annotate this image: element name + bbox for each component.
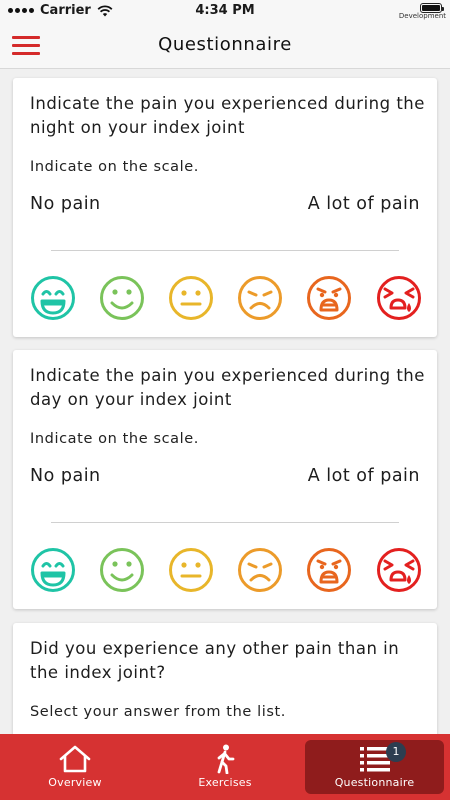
tab-overview[interactable]: Overview (0, 734, 150, 800)
question-instruction: Indicate on the scale. (30, 431, 200, 447)
happy-face-icon[interactable] (99, 275, 145, 321)
sad-face-icon[interactable] (237, 547, 283, 593)
pain-scale (30, 547, 422, 593)
tab-label: Exercises (198, 776, 252, 789)
question-instruction: Select your answer from the list. (30, 704, 286, 720)
walking-icon (214, 744, 236, 774)
happy-face-icon[interactable] (99, 547, 145, 593)
neutral-face-icon[interactable] (168, 275, 214, 321)
question-title: Indicate the pain you experienced during… (30, 94, 425, 137)
scale-min-label: No pain (30, 466, 101, 486)
question-title: Did you experience any other pain than i… (30, 639, 400, 682)
notification-badge: 1 (386, 742, 406, 762)
crying-face-icon[interactable] (376, 275, 422, 321)
tab-label: Overview (48, 776, 102, 789)
tab-label: Questionnaire (334, 776, 415, 789)
question-card-3: Did you experience any other pain than i… (13, 623, 437, 734)
crying-face-icon[interactable] (376, 547, 422, 593)
sad-face-icon[interactable] (237, 275, 283, 321)
tab-exercises[interactable]: Exercises (150, 734, 300, 800)
distressed-face-icon[interactable] (306, 275, 352, 321)
home-icon (59, 744, 91, 774)
device-label: Development (398, 12, 446, 20)
neutral-face-icon[interactable] (168, 547, 214, 593)
navigation-bar: Questionnaire (0, 22, 450, 69)
tab-bar: Overview Exercises Questionnaire (0, 734, 450, 800)
scale-max-label: A lot of pain (307, 194, 420, 214)
question-title: Indicate the pain you experienced during… (30, 366, 425, 409)
questionnaire-content[interactable]: Indicate the pain you experienced during… (0, 68, 450, 734)
scale-max-label: A lot of pain (307, 466, 420, 486)
pain-scale (30, 275, 422, 321)
tab-questionnaire[interactable]: Questionnaire (305, 740, 444, 794)
status-bar: Carrier 4:34 PM Development (0, 0, 450, 22)
distressed-face-icon[interactable] (306, 547, 352, 593)
question-instruction: Indicate on the scale. (30, 159, 200, 175)
status-time: 4:34 PM (195, 3, 255, 18)
divider (51, 522, 399, 523)
list-icon (359, 744, 390, 774)
page-title: Questionnaire (158, 34, 292, 55)
scale-min-label: No pain (30, 194, 101, 214)
divider (51, 250, 399, 251)
question-card-1: Indicate the pain you experienced during… (13, 78, 437, 337)
question-card-2: Indicate the pain you experienced during… (13, 350, 437, 609)
very-happy-face-icon[interactable] (30, 275, 76, 321)
very-happy-face-icon[interactable] (30, 547, 76, 593)
